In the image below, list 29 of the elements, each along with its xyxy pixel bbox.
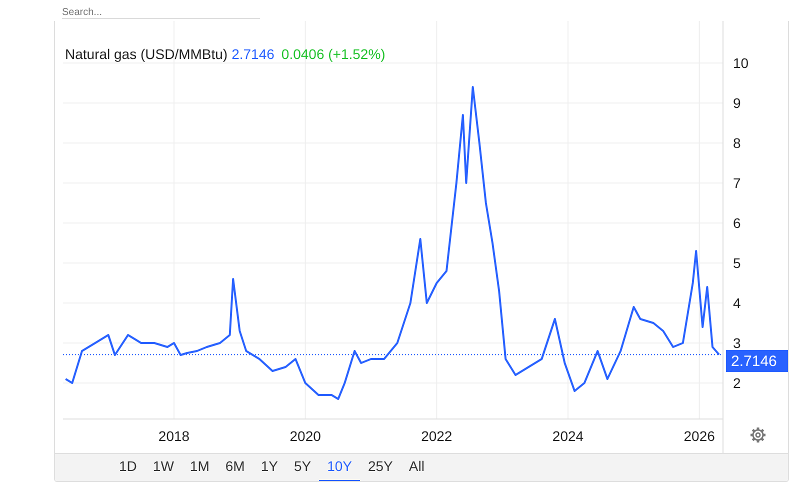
axis-label: 2024 — [552, 428, 584, 444]
axis-label: 2 — [733, 375, 741, 391]
range-tab[interactable]: 1D — [111, 454, 145, 481]
axis-label: 4 — [733, 295, 741, 311]
axis-label: 2020 — [290, 428, 321, 444]
range-tab[interactable]: 10Y — [319, 454, 360, 481]
range-tab[interactable]: 1W — [144, 454, 182, 481]
range-tab[interactable]: 5Y — [286, 454, 320, 481]
axis-label: 3 — [733, 335, 741, 351]
axis-label: 5 — [733, 255, 741, 271]
range-tab[interactable]: 6M — [217, 454, 253, 481]
price-value: 2.7146 — [232, 46, 274, 62]
price-tag: 2.7146 — [726, 350, 788, 372]
settings-icon[interactable] — [750, 428, 766, 442]
axis-label: 2018 — [158, 428, 190, 444]
axis-label: 7 — [733, 175, 741, 191]
axis-label: 6 — [733, 215, 741, 231]
price-change: 0.0406 (+1.52%) — [281, 46, 386, 62]
legend-title: Natural gas (USD/MMBtu) — [65, 46, 228, 62]
range-tab[interactable]: 25Y — [360, 454, 401, 481]
axis-label: 2022 — [421, 428, 452, 444]
axis-label: 9 — [733, 95, 741, 111]
search-field[interactable]: Search... — [62, 7, 260, 19]
range-tab[interactable]: All — [400, 454, 432, 481]
axis-label: 10 — [733, 55, 749, 71]
range-tab[interactable]: 1M — [182, 454, 218, 481]
axis-label: 8 — [733, 135, 741, 151]
range-tab[interactable]: 1Y — [252, 454, 286, 481]
axis-label: 2026 — [684, 428, 715, 444]
